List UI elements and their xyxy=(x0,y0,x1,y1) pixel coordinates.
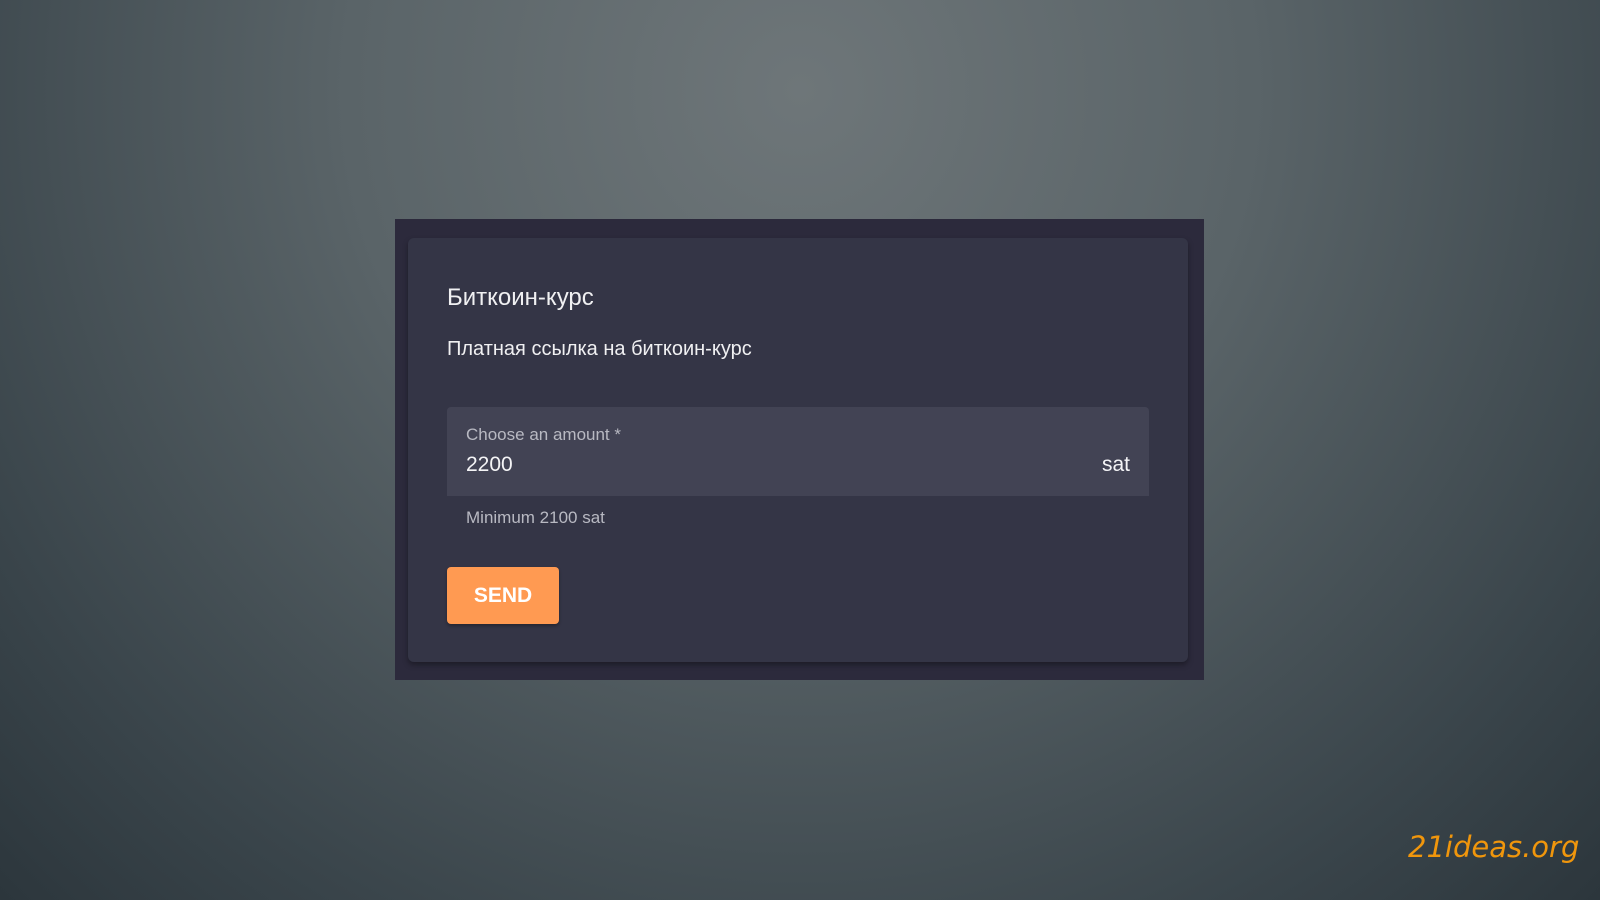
card-title: Биткоин-курс xyxy=(447,284,594,311)
card-description: Платная ссылка на биткоин-курс xyxy=(447,338,752,360)
amount-field[interactable]: Choose an amount * sat xyxy=(447,407,1149,496)
payment-dialog-frame: Биткоин-курс Платная ссылка на биткоин-к… xyxy=(395,219,1204,680)
amount-input[interactable] xyxy=(466,453,1026,477)
amount-unit: sat xyxy=(1101,453,1130,476)
send-button[interactable]: SEND xyxy=(447,567,559,624)
amount-label: Choose an amount * xyxy=(466,425,621,444)
amount-helper-text: Minimum 2100 sat xyxy=(466,508,605,527)
watermark: 21ideas.org xyxy=(1408,830,1580,864)
payment-card: Биткоин-курс Платная ссылка на биткоин-к… xyxy=(408,238,1188,662)
